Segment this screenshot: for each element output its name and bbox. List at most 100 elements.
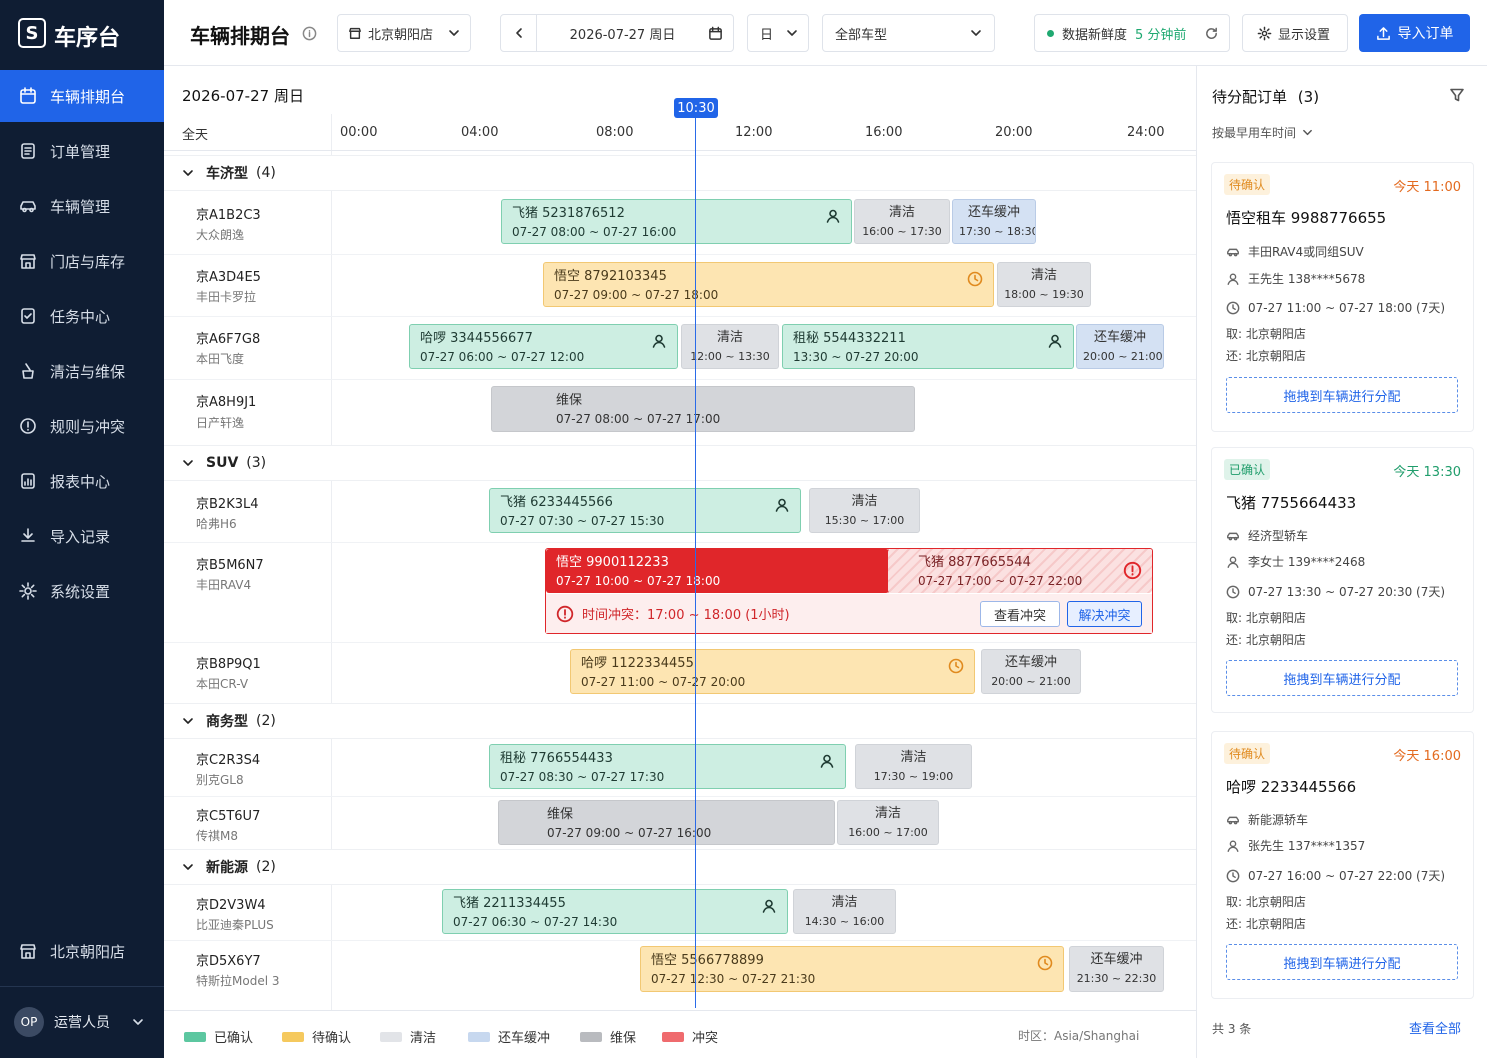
drag-to-assign-zone[interactable]: 拖拽到车辆进行分配 <box>1226 660 1458 696</box>
rules-icon <box>20 418 36 434</box>
order-customer: 李女士 139****2468 <box>1248 555 1366 569</box>
user-menu[interactable]: OP 运营人员 <box>0 1000 164 1044</box>
freshness-label: 数据新鲜度 <box>1062 27 1128 43</box>
car-type-select[interactable]: 全部车型 <box>822 14 995 52</box>
sidebar-store-switch[interactable]: 北京朝阳店 <box>0 925 164 977</box>
sidebar-item-label: 任务中心 <box>50 307 111 326</box>
store-select[interactable]: 北京朝阳店 <box>337 14 471 52</box>
sidebar-item-imports[interactable]: 导入记录 <box>0 510 164 562</box>
vehicle-plate[interactable]: 京A3D4E5 <box>196 266 261 285</box>
app-logo-icon: S <box>18 18 46 48</box>
bar-time: 16:00 ~ 17:00 <box>848 826 928 839</box>
prev-day-button[interactable] <box>501 15 537 51</box>
booking-bar[interactable]: 哈啰 1122334455 07-27 11:00 ~ 07-27 20:00 <box>570 649 975 694</box>
cleaning-bar[interactable]: 清洁 14:30 ~ 16:00 <box>793 889 896 934</box>
sidebar-item-vehicles[interactable]: 车辆管理 <box>0 180 164 232</box>
cleaning-bar[interactable]: 清洁 15:30 ~ 17:00 <box>809 488 920 533</box>
timeline-date: 2026-07-27 周日 <box>182 87 304 105</box>
buffer-bar[interactable]: 还车缓冲 20:00 ~ 21:00 <box>1076 324 1164 369</box>
booking-bar[interactable]: 哈啰 3344556677 07-27 06:00 ~ 07-27 12:00 <box>409 324 678 369</box>
booking-bar[interactable]: 租秘 7766554433 07-27 08:30 ~ 07-27 17:30 <box>489 744 846 789</box>
status-dot <box>1047 29 1054 37</box>
group-header[interactable]: SUV (3) <box>164 445 1196 481</box>
view-mode-select[interactable]: 日 <box>747 14 809 52</box>
refresh-icon[interactable] <box>1204 26 1219 41</box>
maintenance-bar[interactable]: 维保 07-27 09:00 ~ 07-27 16:00 <box>498 800 835 845</box>
conflict-booking-bar[interactable]: 悟空 9900112233 07-27 10:00 ~ 07-27 18:00 <box>546 549 889 593</box>
sidebar-item-schedule[interactable]: 车辆排期台 <box>0 70 164 122</box>
drag-to-assign-zone[interactable]: 拖拽到车辆进行分配 <box>1226 944 1458 980</box>
booking-bar[interactable]: 飞猪 2211334455 07-27 06:30 ~ 07-27 14:30 <box>442 889 788 934</box>
cleaning-bar[interactable]: 清洁 18:00 ~ 19:30 <box>997 262 1091 307</box>
booking-bar[interactable]: 悟空 8792103345 07-27 09:00 ~ 07-27 18:00 <box>543 262 994 307</box>
cleaning-bar[interactable]: 清洁 17:30 ~ 19:00 <box>855 744 972 789</box>
clean-icon <box>22 363 34 379</box>
data-freshness: 数据新鲜度 5 分钟前 <box>1034 14 1230 52</box>
order-return: 还: 北京朝阳店 <box>1226 917 1306 931</box>
row-divider <box>164 542 1196 543</box>
buffer-bar[interactable]: 还车缓冲 17:30 ~ 18:30 <box>952 199 1036 244</box>
group-header[interactable]: 车济型 (4) <box>164 155 1196 191</box>
booking-bar[interactable]: 飞猪 6233445566 07-27 07:30 ~ 07-27 15:30 <box>489 488 801 533</box>
maintenance-bar[interactable]: 维保 07-27 08:00 ~ 07-27 17:00 <box>491 386 915 432</box>
calendar-icon[interactable] <box>708 26 723 41</box>
vehicle-plate[interactable]: 京B8P9Q1 <box>196 653 261 672</box>
sidebar-item-rules[interactable]: 规则与冲突 <box>0 400 164 452</box>
vehicle-model: 大众朗逸 <box>196 228 245 242</box>
vehicle-plate[interactable]: 京D2V3W4 <box>196 894 266 913</box>
view-all-link[interactable]: 查看全部 <box>1409 1018 1461 1037</box>
resolve-conflict-button[interactable]: 解决冲突 <box>1067 601 1142 627</box>
view-conflict-button[interactable]: 查看冲突 <box>980 601 1060 627</box>
import-orders-button[interactable]: 导入订单 <box>1359 14 1470 52</box>
display-settings-button[interactable]: 显示设置 <box>1242 14 1348 52</box>
drag-to-assign-zone[interactable]: 拖拽到车辆进行分配 <box>1226 377 1458 413</box>
order-customer-line: 李女士 139****2468 <box>1226 553 1365 570</box>
conflict-booking-bar[interactable]: 飞猪 8877665544 07-27 17:00 ~ 07-27 22:00 <box>888 549 1152 593</box>
chevron-down-icon <box>183 864 193 870</box>
person-icon <box>762 899 776 913</box>
vehicle-plate[interactable]: 京C5T6U7 <box>196 805 260 824</box>
person-icon <box>1227 555 1239 568</box>
row-divider <box>164 254 1196 255</box>
booking-bar[interactable]: 飞猪 5231876512 07-27 08:00 ~ 07-27 16:00 <box>501 199 852 244</box>
order-card[interactable]: 已确认 今天 13:30 飞猪 7755664433 经济型轿车 李女士 139… <box>1211 447 1474 713</box>
bar-title: 租秘 7766554433 <box>500 751 613 766</box>
freshness-value: 5 分钟前 <box>1135 27 1187 43</box>
order-time: 今天 13:30 <box>1393 465 1461 480</box>
cleaning-bar[interactable]: 清洁 16:00 ~ 17:30 <box>854 199 950 244</box>
vehicle-plate[interactable]: 京C2R3S4 <box>196 749 260 768</box>
date-picker: 2026-07-27 周日 <box>500 14 734 52</box>
buffer-bar[interactable]: 还车缓冲 20:00 ~ 21:00 <box>981 649 1081 694</box>
booking-bar[interactable]: 悟空 5566778899 07-27 12:30 ~ 07-27 21:30 <box>640 946 1064 992</box>
order-title: 悟空租车 9988776655 <box>1226 209 1387 227</box>
bar-time: 07-27 17:00 ~ 07-27 22:00 <box>918 574 1083 588</box>
sort-select[interactable]: 按最早用车时间 <box>1212 124 1313 141</box>
sidebar-item-reports[interactable]: 报表中心 <box>0 455 164 507</box>
vehicle-plate[interactable]: 京B5M6N7 <box>196 554 264 573</box>
hour-label: 04:00 <box>461 125 499 140</box>
car-type-value: 全部车型 <box>835 27 888 43</box>
vehicle-plate[interactable]: 京D5X6Y7 <box>196 950 261 969</box>
sidebar-item-stores[interactable]: 门店与库存 <box>0 235 164 287</box>
vehicle-plate[interactable]: 京A6F7G8 <box>196 328 260 347</box>
sidebar-item-settings[interactable]: 系统设置 <box>0 565 164 617</box>
sidebar-item-tasks[interactable]: 任务中心 <box>0 290 164 342</box>
sidebar-item-orders[interactable]: 订单管理 <box>0 125 164 177</box>
vehicle-plate[interactable]: 京A8H9J1 <box>196 391 256 410</box>
group-header[interactable]: 商务型 (2) <box>164 703 1196 739</box>
date-value[interactable]: 2026-07-27 周日 <box>537 24 708 43</box>
group-header[interactable]: 新能源 (2) <box>164 849 1196 885</box>
vehicle-plate[interactable]: 京B2K3L4 <box>196 493 259 512</box>
top-toolbar: 车辆排期台 北京朝阳店 2026-07-27 周日 日 全部车型 数据新鲜度 5… <box>164 0 1487 66</box>
info-icon[interactable] <box>302 26 317 41</box>
sidebar-item-cleaning[interactable]: 清洁与维保 <box>0 345 164 397</box>
filter-icon[interactable] <box>1449 87 1465 103</box>
status-badge: 待确认 <box>1224 743 1271 764</box>
vehicle-plate[interactable]: 京A1B2C3 <box>196 204 261 223</box>
cleaning-bar[interactable]: 清洁 16:00 ~ 17:00 <box>837 800 939 845</box>
order-card[interactable]: 待确认 今天 11:00 悟空租车 9988776655 丰田RAV4或同组SU… <box>1211 162 1474 432</box>
booking-bar[interactable]: 租秘 5544332211 13:30 ~ 07-27 20:00 <box>782 324 1074 369</box>
buffer-bar[interactable]: 还车缓冲 21:30 ~ 22:30 <box>1069 946 1164 992</box>
order-card[interactable]: 待确认 今天 16:00 哈啰 2233445566 新能源轿车 张先生 137… <box>1211 731 1474 999</box>
bar-time: 18:00 ~ 19:30 <box>1004 288 1084 301</box>
